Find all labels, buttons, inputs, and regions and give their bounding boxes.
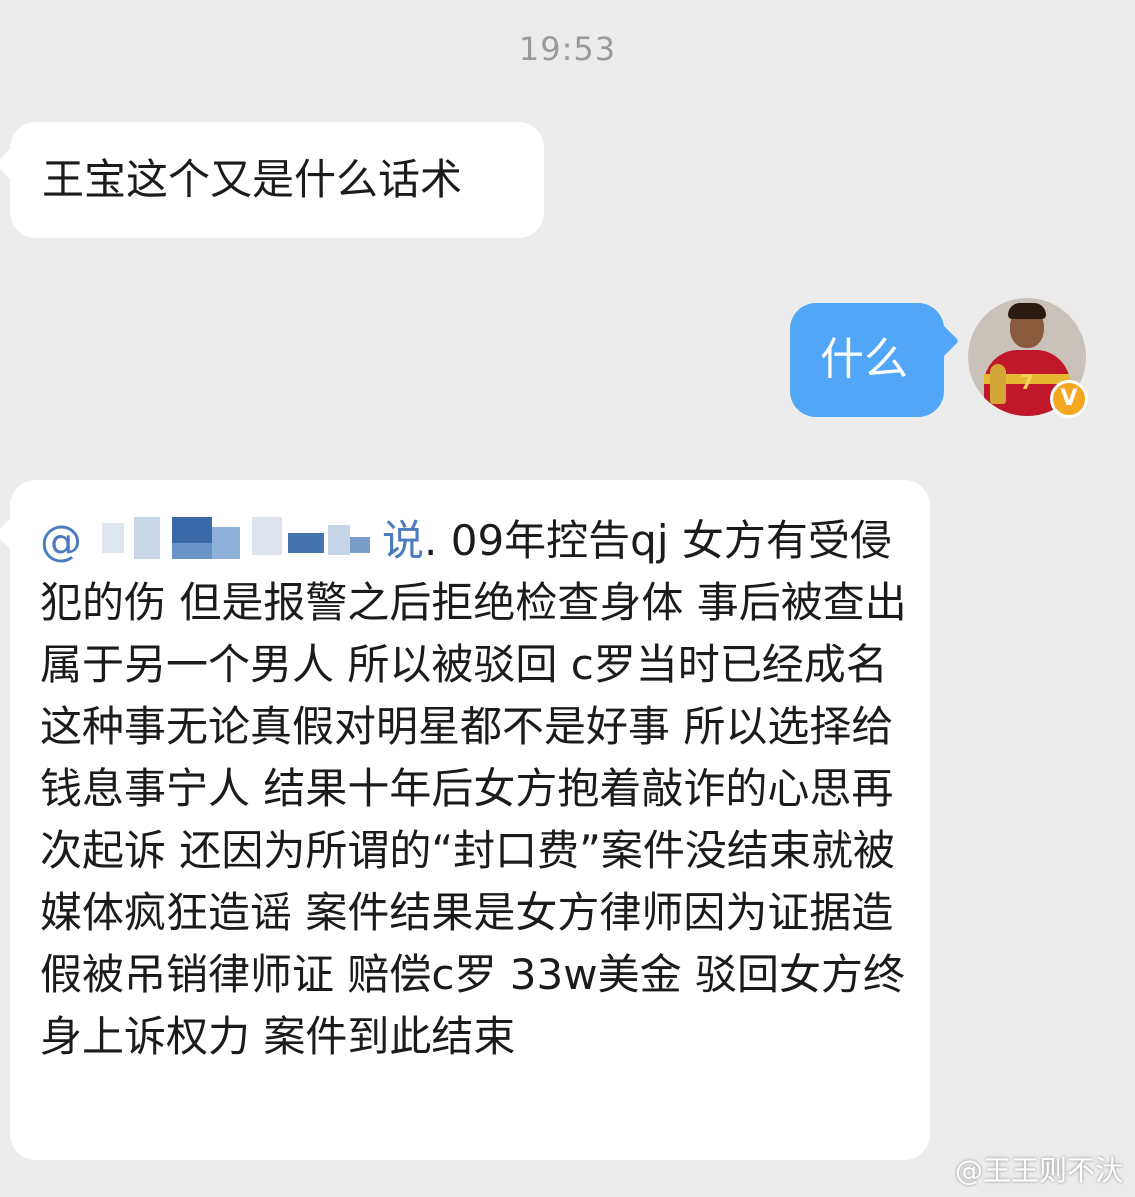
verified-badge-icon: V (1050, 380, 1088, 418)
message-text: 王宝这个又是什么话术 (42, 155, 463, 204)
message-bubble-incoming[interactable]: 王宝这个又是什么话术 (0, 122, 544, 238)
mention-prefix[interactable]: @ (40, 516, 82, 565)
message-text: 什么 (820, 334, 908, 385)
message-body: . 09年控告qj 女方有受侵犯的伤 但是报警之后拒绝检查身体 事后被查出属于另… (40, 516, 907, 1061)
trophy-icon (990, 364, 1006, 404)
weibo-watermark: @王王则不汏 (954, 1154, 1123, 1187)
message-bubble-outgoing[interactable]: 什么 (790, 303, 959, 417)
avatar-jersey-number: 7 (1020, 370, 1034, 394)
message-text: @ 说. 09年控告qj 女方有受侵犯的伤 但是报警之后拒绝检查身体 事后被查出… (40, 510, 920, 1068)
timestamp: 19:53 (518, 30, 617, 68)
mention-tail[interactable]: 说 (382, 516, 424, 565)
avatar-hair (1008, 303, 1046, 319)
bubble-tail (925, 324, 959, 358)
bubble-tail (0, 517, 29, 551)
message-bubble-incoming[interactable]: @ 说. 09年控告qj 女方有受侵犯的伤 但是报警之后拒绝检查身体 事后被查出… (0, 480, 930, 1160)
redacted-mosaic (82, 517, 382, 559)
bubble-tail (0, 147, 29, 181)
